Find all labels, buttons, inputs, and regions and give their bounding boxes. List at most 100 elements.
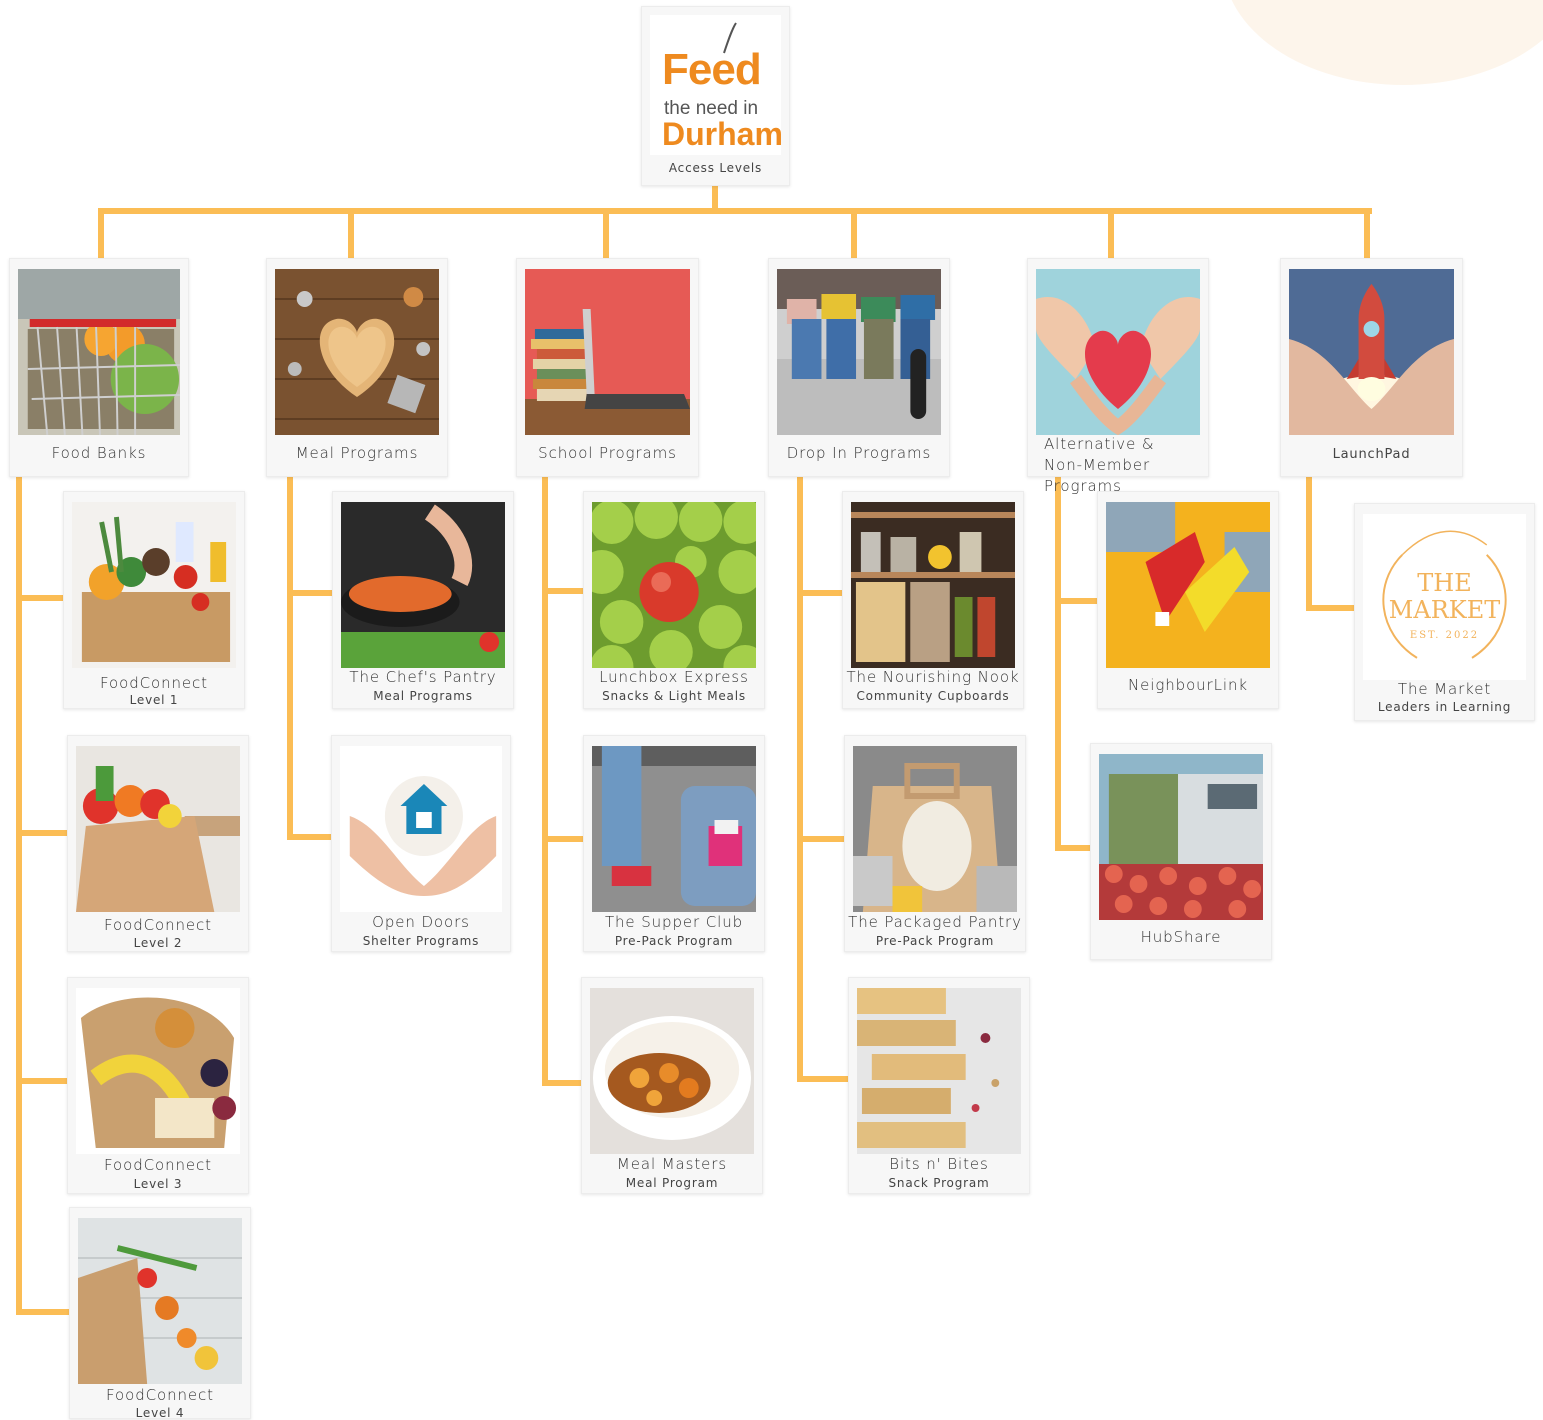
hands-house-photo	[340, 746, 502, 912]
child-the-market[interactable]: THE MARKET EST. 2022 The Market Leaders …	[1354, 503, 1535, 721]
spine-launchpad	[1306, 477, 1312, 611]
category-school-programs[interactable]: School Programs	[516, 258, 699, 477]
child-title: NeighbourLink	[1128, 676, 1248, 694]
spine-school	[542, 477, 548, 1086]
kitchen-utensils-heart-photo	[275, 269, 439, 435]
drop-school-programs	[603, 208, 609, 260]
child-title: Bits n' Bites	[889, 1155, 989, 1173]
root-caption: Access Levels	[668, 161, 763, 175]
child-subtitle: Snacks & Light Meals	[602, 689, 746, 703]
drop-meal-programs	[348, 208, 354, 260]
market-logo-line1: THE	[1417, 569, 1472, 597]
sneakers-photo	[1106, 502, 1270, 668]
students-sitting-photo	[777, 269, 941, 435]
category-label: Drop In Programs	[786, 444, 932, 462]
branch-meal-1	[287, 590, 335, 596]
child-supper-club[interactable]: The Supper Club Pre-Pack Program	[583, 735, 765, 952]
child-bits-n-bites[interactable]: Bits n' Bites Snack Program	[848, 977, 1030, 1194]
child-title: The Chef's Pantry	[349, 668, 497, 686]
shopping-cart-photo	[18, 269, 180, 435]
child-chefs-pantry[interactable]: The Chef's Pantry Meal Programs	[332, 491, 514, 709]
produce-box-photo	[72, 502, 236, 668]
branch-fb-1	[16, 595, 66, 601]
child-title: The Nourishing Nook	[846, 668, 1020, 686]
grocery-bag-photo	[76, 746, 240, 912]
child-neighbourlink[interactable]: NeighbourLink	[1097, 491, 1279, 709]
spine-food-banks	[16, 477, 22, 1315]
child-foodconnect-level-4[interactable]: FoodConnect Level 4	[69, 1207, 251, 1420]
child-subtitle: Leaders in Learning	[1377, 700, 1512, 714]
hands-heart-photo	[1036, 269, 1200, 435]
branch-dropin-3	[797, 1076, 849, 1082]
child-subtitle: Meal Programs	[373, 689, 473, 703]
market-logo: THE MARKET EST. 2022	[1363, 514, 1526, 680]
branch-dropin-1	[797, 590, 844, 596]
category-label: LaunchPad	[1332, 447, 1411, 462]
branch-dropin-2	[797, 836, 844, 842]
child-subtitle: Pre-Pack Program	[875, 934, 995, 948]
logo-area: Feed the need in Durham	[650, 15, 781, 155]
granola-bars-photo	[857, 988, 1021, 1154]
child-title: FoodConnect	[106, 1386, 214, 1404]
child-foodconnect-level-2[interactable]: FoodConnect Level 2	[67, 735, 249, 952]
child-title: The Supper Club	[604, 913, 744, 931]
child-subtitle: Shelter Programs	[362, 934, 480, 948]
child-subtitle: Pre-Pack Program	[614, 934, 734, 948]
branch-fb-4	[16, 1309, 71, 1315]
top-bus	[98, 208, 1372, 214]
child-title: The Packaged Pantry	[848, 913, 1022, 931]
spine-meal	[287, 477, 293, 840]
cooking-pan-photo	[341, 502, 505, 668]
hands-rocket-photo	[1289, 269, 1454, 435]
child-title: FoodConnect	[104, 916, 212, 934]
branch-school-3	[542, 1080, 583, 1086]
books-laptop-photo	[525, 269, 690, 435]
child-title: Meal Masters	[616, 1155, 728, 1173]
branch-school-1	[542, 588, 585, 594]
branch-fb-3	[16, 1078, 69, 1084]
spoon-icon	[723, 22, 737, 54]
category-label: Meal Programs	[295, 444, 419, 462]
category-drop-in-programs[interactable]: Drop In Programs	[768, 258, 950, 477]
category-food-banks[interactable]: Food Banks	[9, 258, 189, 477]
child-title: FoodConnect	[104, 1156, 212, 1174]
root-logo-card[interactable]: Feed the need in Durham Access Levels	[641, 6, 790, 186]
child-nourishing-nook[interactable]: The Nourishing Nook Community Cupboards	[842, 491, 1024, 709]
branch-fb-2	[16, 830, 71, 836]
category-label: Food Banks	[51, 444, 147, 462]
child-subtitle: Level 3	[133, 1177, 183, 1191]
paper-bag-cans-photo	[853, 746, 1017, 912]
child-meal-masters[interactable]: Meal Masters Meal Program	[581, 977, 763, 1194]
child-subtitle: Meal Program	[625, 1176, 719, 1190]
apples-photo	[592, 502, 756, 668]
paper-bag-vegetables-photo	[78, 1218, 242, 1384]
backpack-student-photo	[592, 746, 756, 912]
child-hubshare[interactable]: HubShare	[1090, 743, 1272, 960]
child-subtitle: Level 2	[133, 936, 183, 950]
market-logo-est: EST. 2022	[1409, 630, 1480, 641]
truck-apples-photo	[1099, 754, 1263, 920]
branch-school-2	[542, 836, 585, 842]
drop-drop-in	[851, 208, 857, 260]
branch-meal-2	[287, 834, 332, 840]
spine-alternative	[1055, 477, 1061, 851]
child-foodconnect-level-3[interactable]: FoodConnect Level 3	[67, 977, 249, 1194]
child-subtitle: Level 1	[129, 693, 179, 707]
pantry-shelves-photo	[851, 502, 1015, 668]
child-packaged-pantry[interactable]: The Packaged Pantry Pre-Pack Program	[844, 735, 1026, 952]
child-title: Lunchbox Express	[599, 668, 749, 686]
child-lunchbox-express[interactable]: Lunchbox Express Snacks & Light Meals	[583, 491, 765, 709]
drop-alternative	[1108, 208, 1114, 260]
logo-durham-text: Durham	[662, 116, 781, 152]
corner-decoration	[1223, 0, 1543, 85]
child-open-doors[interactable]: Open Doors Shelter Programs	[331, 735, 511, 952]
category-alternative-programs[interactable]: Alternative & Non-Member Programs	[1027, 258, 1209, 495]
child-title: Open Doors	[372, 913, 470, 931]
groceries-spill-photo	[76, 988, 240, 1154]
category-launchpad[interactable]: LaunchPad	[1280, 258, 1463, 477]
category-meal-programs[interactable]: Meal Programs	[266, 258, 448, 477]
branch-launchpad-1	[1306, 605, 1355, 611]
child-foodconnect-level-1[interactable]: FoodConnect Level 1	[63, 491, 245, 709]
market-logo-line2: MARKET	[1388, 596, 1501, 624]
category-label: Alternative & Non-Member Programs	[1044, 435, 1155, 495]
